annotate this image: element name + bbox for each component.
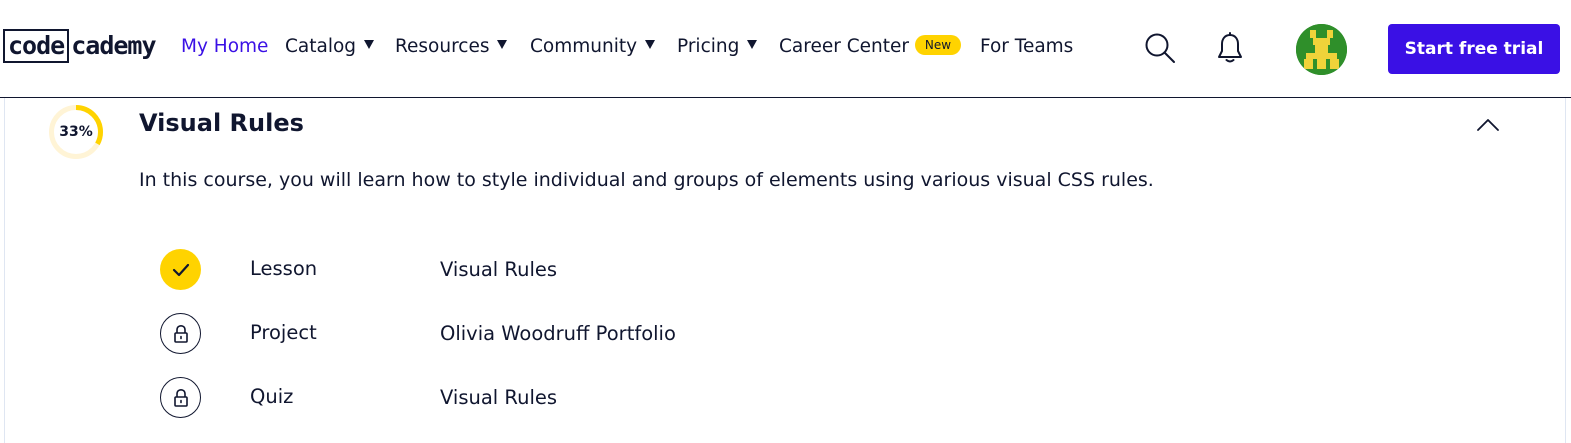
nav-career-center[interactable]: Career Center (779, 36, 909, 58)
chevron-up-icon[interactable] (1472, 112, 1504, 136)
caret-down-icon (645, 40, 656, 49)
lock-icon (160, 313, 201, 354)
course-title: Visual Rules (139, 109, 304, 137)
codecademy-logo[interactable]: code cademy (3, 28, 157, 64)
new-badge: New (915, 35, 961, 55)
list-item[interactable]: Lesson Visual Rules (0, 249, 800, 291)
nav-catalog[interactable]: Catalog (285, 36, 375, 58)
nav-my-home[interactable]: My Home (181, 36, 268, 58)
nav-for-teams[interactable]: For Teams (980, 36, 1073, 58)
item-name[interactable]: Visual Rules (440, 386, 557, 410)
caret-down-icon (364, 40, 375, 49)
item-name[interactable]: Olivia Woodruff Portfolio (440, 322, 676, 346)
nav-catalog-label: Catalog (285, 36, 357, 57)
caret-down-icon (747, 40, 758, 49)
bell-icon[interactable] (1216, 32, 1244, 64)
nav-pricing[interactable]: Pricing (677, 36, 758, 58)
item-type: Project (250, 321, 317, 344)
nav-resources[interactable]: Resources (395, 36, 508, 58)
start-free-trial-button[interactable]: Start free trial (1388, 24, 1560, 74)
nav-community-label: Community (530, 36, 638, 57)
nav-community[interactable]: Community (530, 36, 656, 58)
nav-pricing-label: Pricing (677, 36, 740, 57)
user-avatar[interactable] (1296, 24, 1347, 75)
nav-resources-label: Resources (395, 36, 490, 57)
caret-down-icon (497, 40, 508, 49)
top-navigation: code cademy My Home Catalog Resources Co… (0, 0, 1571, 98)
list-item[interactable]: Project Olivia Woodruff Portfolio (0, 313, 800, 355)
progress-percent: 33% (59, 124, 93, 140)
item-type: Quiz (250, 385, 294, 408)
lock-icon (160, 377, 201, 418)
checkmark-icon (160, 249, 201, 290)
logo-boxed-text: code (3, 29, 70, 63)
list-item[interactable]: Quiz Visual Rules (0, 377, 800, 419)
item-name[interactable]: Visual Rules (440, 258, 557, 282)
course-description: In this course, you will learn how to st… (139, 169, 1154, 191)
logo-text: cademy (71, 31, 156, 60)
item-type: Lesson (250, 257, 318, 280)
search-icon[interactable] (1144, 32, 1176, 64)
